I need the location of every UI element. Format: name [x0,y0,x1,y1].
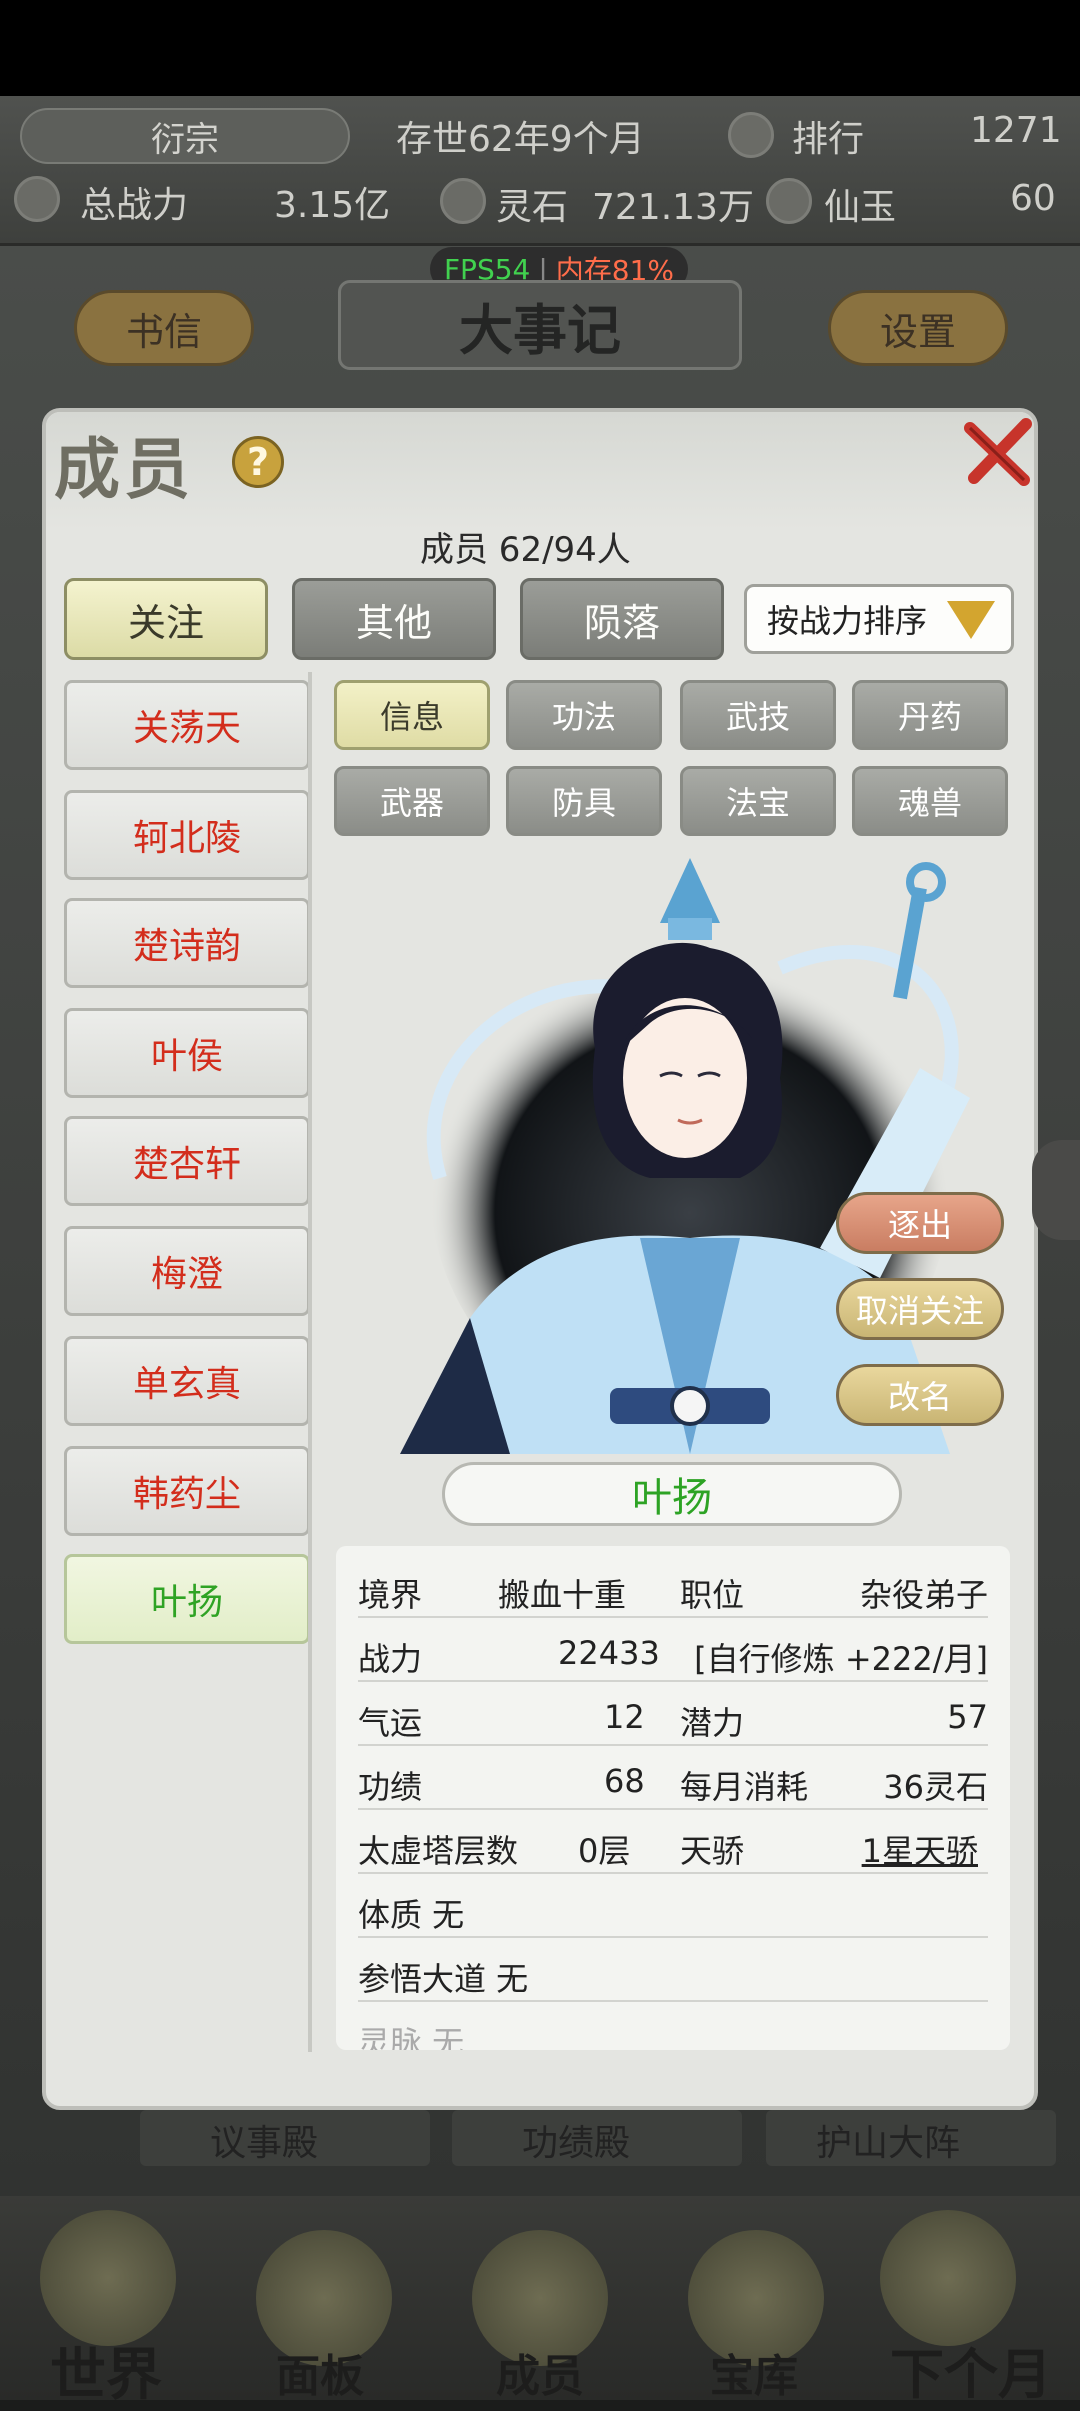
jade-value: 60 [1010,178,1056,219]
spirit-stone-label: 灵石 [496,187,569,228]
member-item-selected[interactable]: 叶扬 [64,1554,310,1644]
tab-others[interactable]: 其他 [292,578,496,660]
luck-label: 气运 [358,1704,423,1742]
realm-label: 境界 [358,1576,423,1614]
stats-row: 太虚塔层数 0层 天骄 1星天骄 [358,1812,988,1874]
member-item[interactable]: 韩药尘 [64,1446,310,1536]
tower-value: 0层 [578,1832,631,1870]
training-status: [自行修炼 +222/月] [694,1640,988,1678]
stats-row: 战力 22433 [自行修炼 +222/月] [358,1620,988,1682]
nav-world[interactable]: 世界 [50,2330,162,2411]
merit-value: 68 [604,1762,645,1800]
close-icon[interactable] [960,414,1038,492]
list-divider [308,672,312,2052]
member-item[interactable]: 楚诗韵 [64,898,310,988]
subtab-weapon[interactable]: 武器 [334,766,490,836]
character-name[interactable]: 叶扬 [442,1462,902,1526]
dropdown-triangle-icon [947,601,995,639]
letters-button[interactable]: 书信 [74,290,254,366]
settings-button[interactable]: 设置 [828,290,1008,366]
member-item[interactable]: 梅澄 [64,1226,310,1316]
merit-label: 功绩 [358,1768,423,1806]
sect-age: 存世62年9个月 [396,119,645,160]
power-value: 22433 [558,1634,660,1672]
tower-label: 太虚塔层数 [358,1832,519,1870]
member-item[interactable]: 轲北陵 [64,790,310,880]
member-item[interactable]: 楚杏轩 [64,1116,310,1206]
realm-value: 搬血十重 [498,1576,627,1614]
stats-row-partial: 灵脉 无 [358,2004,988,2050]
hall-label: 议事殿 [210,2123,319,2164]
subtab-pills[interactable]: 丹药 [852,680,1008,750]
hall-button[interactable]: 议事殿 [140,2110,430,2166]
subtab-beast[interactable]: 魂兽 [852,766,1008,836]
nav-members[interactable]: 成员 [496,2340,584,2404]
position-value: 杂役弟子 [859,1576,988,1614]
rank-icon [728,112,774,158]
member-count: 成员 62/94人 [420,530,631,570]
tab-following[interactable]: 关注 [64,578,268,660]
talent-link[interactable]: 1星天骄 [862,1826,978,1872]
member-item[interactable]: 叶侯 [64,1008,310,1098]
subtab-martial[interactable]: 武技 [680,680,836,750]
potential-value: 57 [947,1698,988,1736]
talent-label: 天骄 [680,1832,745,1870]
qq-floating-icon[interactable] [1032,1140,1080,1240]
sort-label: 按战力排序 [767,602,928,640]
stats-row: 境界 搬血十重 职位 杂役弟子 [358,1556,988,1618]
stats-row: 体质 无 [358,1876,988,1938]
position-label: 职位 [680,1576,745,1614]
rename-button[interactable]: 改名 [836,1364,1004,1426]
constitution: 体质 无 [358,1896,465,1934]
expel-button[interactable]: 逐出 [836,1192,1004,1254]
hall-button[interactable]: 功绩殿 [452,2110,742,2166]
power-icon [14,176,60,222]
rank-label: 排行 [792,119,865,160]
jade-icon [766,178,812,224]
status-bar [0,0,1080,96]
world-icon[interactable] [40,2210,176,2346]
stats-row: 参悟大道 无 [358,1940,988,2002]
nav-next-month[interactable]: 下个月 [890,2330,1052,2409]
panel-header [46,412,1034,530]
potential-label: 潜力 [680,1704,745,1742]
member-item[interactable]: 单玄真 [64,1336,310,1426]
power-label: 战力 [358,1640,423,1678]
nav-treasury[interactable]: 宝库 [710,2340,798,2404]
unfollow-button[interactable]: 取消关注 [836,1278,1004,1340]
total-power-value: 3.15亿 [274,185,391,226]
events-title[interactable]: 大事记 [338,280,742,370]
subtab-skills[interactable]: 功法 [506,680,662,750]
jade-label: 仙玉 [824,187,897,228]
panel-title: 成员 [54,430,194,508]
subtab-treasure[interactable]: 法宝 [680,766,836,836]
nav-panel[interactable]: 面板 [276,2340,364,2404]
total-power-label: 总战力 [80,185,189,226]
tab-fallen[interactable]: 陨落 [520,578,724,660]
spirit-stone-value: 721.13万 [592,187,754,228]
hall-label: 护山大阵 [816,2123,961,2164]
monthly-cost-value: 36灵石 [883,1768,988,1806]
luck-value: 12 [604,1698,645,1736]
help-button[interactable]: ? [232,436,284,488]
hall-label: 功绩殿 [522,2123,631,2164]
rank-value: 1271 [970,110,1062,151]
subtab-armor[interactable]: 防具 [506,766,662,836]
subtab-info[interactable]: 信息 [334,680,490,750]
stats-row: 功绩 68 每月消耗 36灵石 [358,1748,988,1810]
stats-row: 气运 12 潜力 57 [358,1684,988,1746]
monthly-cost-label: 每月消耗 [680,1768,809,1806]
stats-table: 境界 搬血十重 职位 杂役弟子 战力 22433 [自行修炼 +222/月] 气… [336,1546,1010,2050]
sort-dropdown[interactable]: 按战力排序 [744,584,1014,654]
member-item[interactable]: 关荡天 [64,680,310,770]
sect-name[interactable]: 衍宗 [20,108,350,164]
partial-row: 灵脉 无 [358,2024,465,2050]
spirit-stone-icon [440,178,486,224]
next-month-icon[interactable] [880,2210,1016,2346]
dao-comprehension: 参悟大道 无 [358,1960,529,1998]
hall-button[interactable]: 护山大阵 [766,2110,1056,2166]
